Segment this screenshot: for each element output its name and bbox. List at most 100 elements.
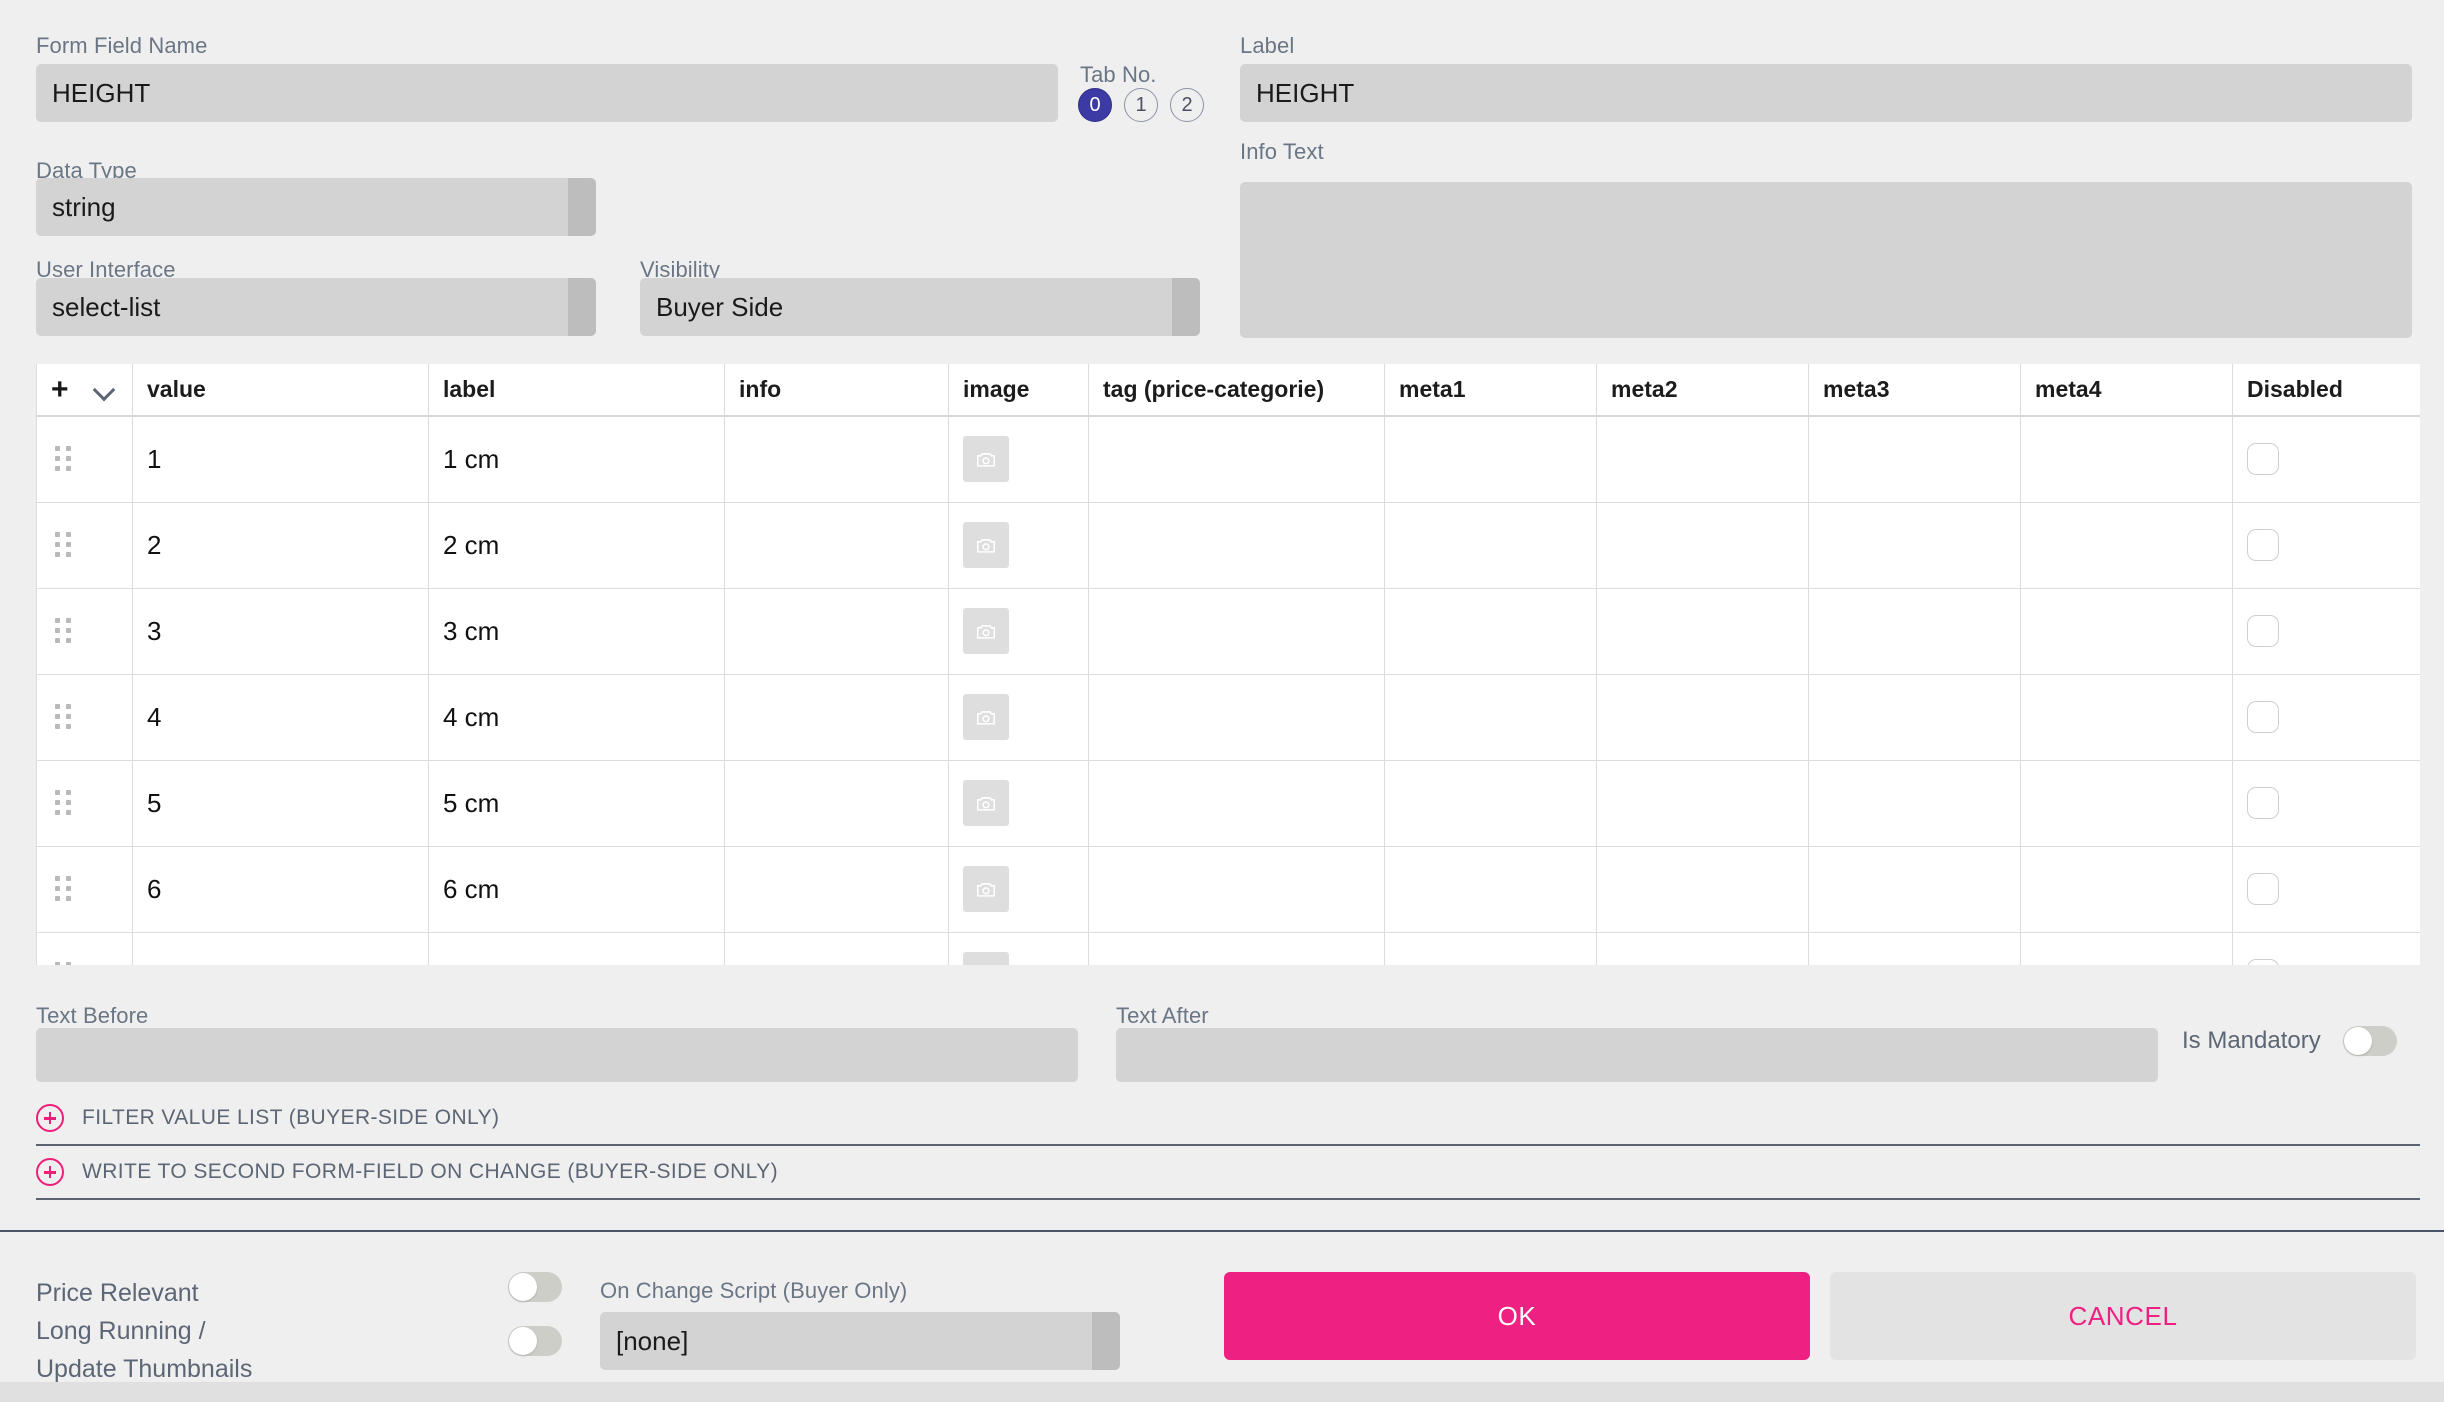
info-text-textarea[interactable] xyxy=(1240,182,2412,338)
cell-meta3[interactable] xyxy=(1808,501,2021,589)
cell-meta4[interactable] xyxy=(2020,931,2233,965)
drag-handle-icon[interactable] xyxy=(55,876,71,902)
cell-meta2[interactable] xyxy=(1596,759,1809,847)
drag-handle-icon[interactable] xyxy=(55,532,71,558)
circle-plus-icon[interactable] xyxy=(36,1158,64,1186)
cell-disabled[interactable] xyxy=(2232,587,2420,675)
camera-icon[interactable] xyxy=(963,694,1009,740)
cell-image[interactable] xyxy=(948,501,1089,589)
cell-label[interactable]: 7 cm xyxy=(428,931,725,965)
cell-image[interactable] xyxy=(948,673,1089,761)
value-list-table-container[interactable]: + value label info image tag (price-cate… xyxy=(36,364,2420,965)
cell-tag[interactable] xyxy=(1088,759,1385,847)
cell-image[interactable] xyxy=(948,845,1089,933)
camera-icon[interactable] xyxy=(963,780,1009,826)
cell-info[interactable] xyxy=(724,845,949,933)
cell-label[interactable]: 3 cm xyxy=(428,587,725,675)
chevron-down-icon[interactable] xyxy=(95,381,113,399)
cell-meta4[interactable] xyxy=(2020,587,2233,675)
cell-meta3[interactable] xyxy=(1808,931,2021,965)
row-drag-cell[interactable] xyxy=(36,501,133,589)
price-relevant-toggle[interactable] xyxy=(508,1272,562,1302)
drag-handle-icon[interactable] xyxy=(55,962,71,965)
cell-image[interactable] xyxy=(948,759,1089,847)
visibility-select[interactable]: Buyer Side xyxy=(640,278,1200,336)
cell-value[interactable]: 4 xyxy=(132,673,429,761)
cell-tag[interactable] xyxy=(1088,673,1385,761)
camera-icon[interactable] xyxy=(963,866,1009,912)
disabled-checkbox[interactable] xyxy=(2247,443,2279,476)
cell-disabled[interactable] xyxy=(2232,673,2420,761)
tab-no-option-2[interactable]: 2 xyxy=(1170,88,1204,122)
cell-label[interactable]: 6 cm xyxy=(428,845,725,933)
cell-image[interactable] xyxy=(948,415,1089,503)
cell-meta2[interactable] xyxy=(1596,673,1809,761)
cell-image[interactable] xyxy=(948,587,1089,675)
cell-info[interactable] xyxy=(724,501,949,589)
circle-plus-icon[interactable] xyxy=(36,1104,64,1132)
cell-tag[interactable] xyxy=(1088,931,1385,965)
cell-value[interactable]: 7 xyxy=(132,931,429,965)
cell-value[interactable]: 3 xyxy=(132,587,429,675)
long-running-toggle[interactable] xyxy=(508,1326,562,1356)
cell-meta4[interactable] xyxy=(2020,673,2233,761)
cell-tag[interactable] xyxy=(1088,415,1385,503)
data-type-select[interactable]: string xyxy=(36,178,596,236)
is-mandatory-toggle[interactable] xyxy=(2342,1026,2397,1056)
cell-meta2[interactable] xyxy=(1596,415,1809,503)
label-input[interactable]: HEIGHT xyxy=(1240,64,2412,122)
cell-meta3[interactable] xyxy=(1808,845,2021,933)
cell-label[interactable]: 2 cm xyxy=(428,501,725,589)
cell-meta4[interactable] xyxy=(2020,845,2233,933)
cell-meta1[interactable] xyxy=(1384,501,1597,589)
disabled-checkbox[interactable] xyxy=(2247,701,2279,733)
drag-handle-icon[interactable] xyxy=(55,790,71,816)
tab-no-option-1[interactable]: 1 xyxy=(1124,88,1158,122)
cell-label[interactable]: 4 cm xyxy=(428,673,725,761)
tab-no-radio-group[interactable]: 0 1 2 xyxy=(1078,88,1204,122)
disabled-checkbox[interactable] xyxy=(2247,787,2279,819)
camera-icon[interactable] xyxy=(963,436,1009,483)
cell-value[interactable]: 6 xyxy=(132,845,429,933)
cell-value[interactable]: 5 xyxy=(132,759,429,847)
camera-icon[interactable] xyxy=(963,608,1009,654)
cell-info[interactable] xyxy=(724,931,949,965)
cell-meta2[interactable] xyxy=(1596,587,1809,675)
cell-value[interactable]: 1 xyxy=(132,415,429,503)
form-field-name-input[interactable]: HEIGHT xyxy=(36,64,1058,122)
camera-icon[interactable] xyxy=(963,952,1009,965)
accordion-filter-value-list[interactable]: FILTER VALUE LIST (BUYER-SIDE ONLY) xyxy=(36,1092,2420,1146)
cell-label[interactable]: 5 cm xyxy=(428,759,725,847)
cell-meta3[interactable] xyxy=(1808,759,2021,847)
cell-info[interactable] xyxy=(724,673,949,761)
cell-meta1[interactable] xyxy=(1384,415,1597,503)
disabled-checkbox[interactable] xyxy=(2247,873,2279,905)
cell-tag[interactable] xyxy=(1088,587,1385,675)
drag-handle-icon[interactable] xyxy=(55,446,71,472)
cell-value[interactable]: 2 xyxy=(132,501,429,589)
cell-info[interactable] xyxy=(724,759,949,847)
ok-button[interactable]: OK xyxy=(1224,1272,1810,1360)
cell-disabled[interactable] xyxy=(2232,501,2420,589)
cell-info[interactable] xyxy=(724,587,949,675)
cell-meta1[interactable] xyxy=(1384,931,1597,965)
cell-meta1[interactable] xyxy=(1384,845,1597,933)
disabled-checkbox[interactable] xyxy=(2247,615,2279,647)
cell-disabled[interactable] xyxy=(2232,759,2420,847)
cell-info[interactable] xyxy=(724,415,949,503)
cell-meta3[interactable] xyxy=(1808,673,2021,761)
row-drag-cell[interactable] xyxy=(36,673,133,761)
drag-handle-icon[interactable] xyxy=(55,704,71,730)
cell-image[interactable] xyxy=(948,931,1089,965)
row-drag-cell[interactable] xyxy=(36,587,133,675)
cell-meta4[interactable] xyxy=(2020,759,2233,847)
text-before-input[interactable] xyxy=(36,1028,1078,1082)
on-change-script-select[interactable]: [none] xyxy=(600,1312,1120,1370)
cancel-button[interactable]: CANCEL xyxy=(1830,1272,2416,1360)
cell-meta1[interactable] xyxy=(1384,587,1597,675)
disabled-checkbox[interactable] xyxy=(2247,959,2279,965)
cell-tag[interactable] xyxy=(1088,845,1385,933)
cell-meta3[interactable] xyxy=(1808,415,2021,503)
cell-meta1[interactable] xyxy=(1384,759,1597,847)
cell-label[interactable]: 1 cm xyxy=(428,415,725,503)
